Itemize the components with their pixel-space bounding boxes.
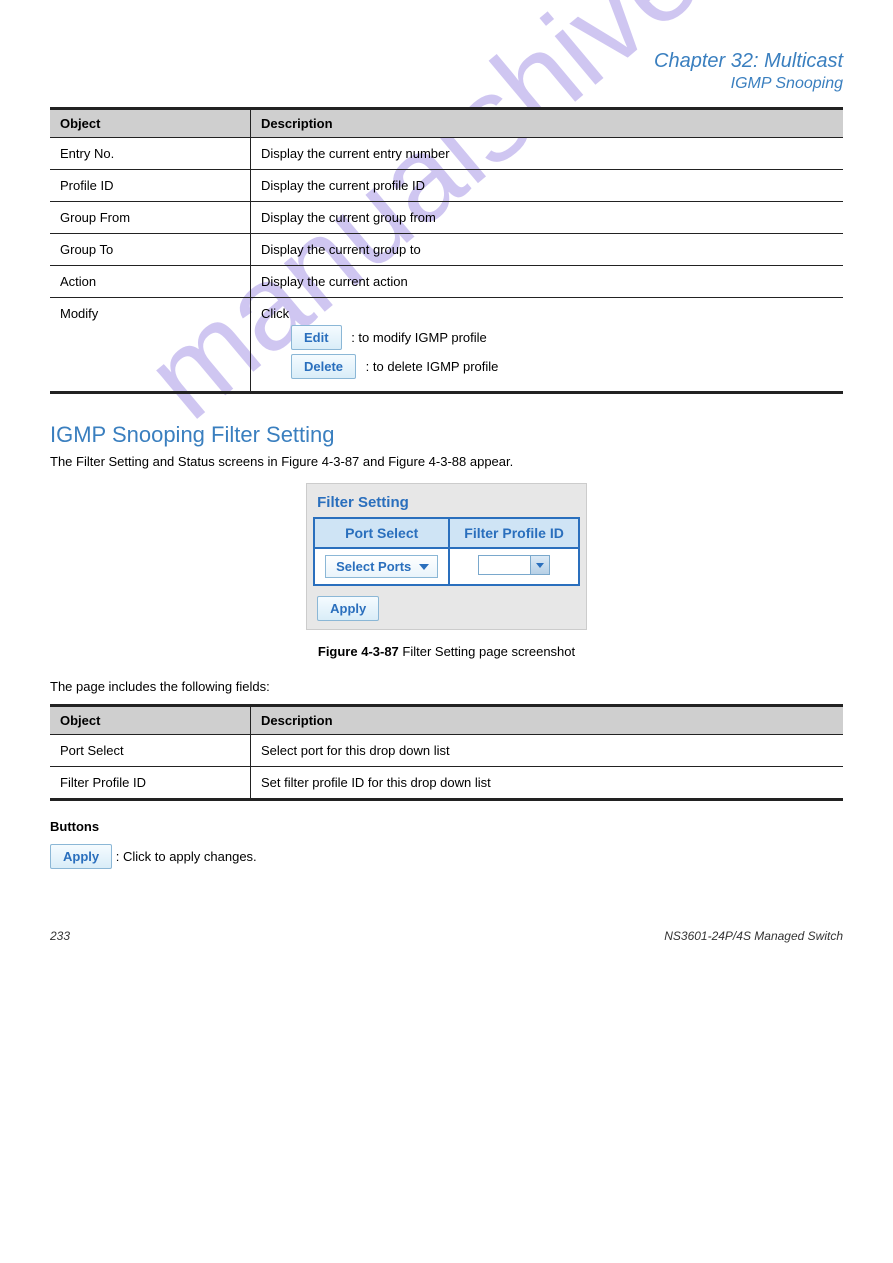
- section-intro: The Filter Setting and Status screens in…: [50, 454, 843, 469]
- filter-fields-table: Object Description Port Select Select po…: [50, 704, 843, 801]
- page-header: Chapter 32: Multicast IGMP Snooping: [50, 50, 843, 93]
- cell-desc: Display the current group from: [251, 202, 844, 234]
- chapter-number: Chapter 32: Multicast: [654, 50, 843, 72]
- chevron-down-icon: [530, 556, 549, 574]
- table-row: Group From Display the current group fro…: [50, 202, 843, 234]
- page-number: 233: [50, 929, 70, 943]
- chapter-title: Multicast: [764, 50, 843, 72]
- cell-modify: Click Edit : to modify IGMP profile Dele…: [251, 298, 844, 393]
- filter-setting-panel: Filter Setting Port Select Filter Profil…: [306, 483, 587, 630]
- table-row: Profile ID Display the current profile I…: [50, 170, 843, 202]
- section-heading: IGMP Snooping Filter Setting: [50, 422, 843, 448]
- figure-ref-2: Figure 4-3-88: [388, 454, 466, 469]
- page-footer: 233 NS3601-24P/4S Managed Switch: [50, 929, 843, 943]
- cell-desc: Select port for this drop down list: [251, 735, 844, 767]
- apply-button[interactable]: Apply: [50, 844, 112, 869]
- cell-object: Modify: [50, 298, 251, 393]
- delete-explain: : to delete IGMP profile: [366, 359, 499, 374]
- figure-caption: Figure 4-3-87 Filter Setting page screen…: [50, 644, 843, 659]
- figure-ref-1: Figure 4-3-87: [281, 454, 359, 469]
- table-row-modify: Modify Click Edit : to modify IGMP profi…: [50, 298, 843, 393]
- cell-desc: Set filter profile ID for this drop down…: [251, 767, 844, 800]
- cell-object: Profile ID: [50, 170, 251, 202]
- col-header-description: Description: [251, 109, 844, 138]
- fields-lead-text: The page includes the following fields:: [50, 679, 843, 694]
- filter-profile-dropdown[interactable]: [478, 555, 550, 575]
- figure-number: Figure 4-3-87: [318, 644, 399, 659]
- cell-object: Filter Profile ID: [50, 767, 251, 800]
- cell-object: Group From: [50, 202, 251, 234]
- figure-caption-text: Filter Setting page screenshot: [399, 644, 575, 659]
- apply-desc: : Click to apply changes.: [116, 849, 257, 864]
- intro-text-1: The Filter Setting and Status screens in: [50, 454, 281, 469]
- cell-desc: Display the current entry number: [251, 138, 844, 170]
- cell-object: Group To: [50, 234, 251, 266]
- delete-button[interactable]: Delete: [291, 354, 356, 379]
- filter-panel-title: Filter Setting: [313, 492, 580, 517]
- col-header-object: Object: [50, 706, 251, 735]
- chevron-down-icon: [419, 564, 429, 570]
- cell-desc: Display the current action: [251, 266, 844, 298]
- cell-desc: Display the current profile ID: [251, 170, 844, 202]
- col-header-object: Object: [50, 109, 251, 138]
- chapter-subtitle: IGMP Snooping: [50, 75, 843, 93]
- cell-object: Entry No.: [50, 138, 251, 170]
- apply-button[interactable]: Apply: [317, 596, 379, 621]
- intro-text-3: appear.: [466, 454, 513, 469]
- table-row: Entry No. Display the current entry numb…: [50, 138, 843, 170]
- select-ports-dropdown[interactable]: Select Ports: [325, 555, 438, 578]
- table-row: Action Display the current action: [50, 266, 843, 298]
- cell-object: Action: [50, 266, 251, 298]
- col-header-description: Description: [251, 706, 844, 735]
- table-row: Port Select Select port for this drop do…: [50, 735, 843, 767]
- col-filter-profile: Filter Profile ID: [449, 518, 579, 548]
- col-port-select: Port Select: [314, 518, 449, 548]
- profile-description-table: Object Description Entry No. Display the…: [50, 107, 843, 394]
- table-row: Filter Profile ID Set filter profile ID …: [50, 767, 843, 800]
- intro-text-2: and: [359, 454, 388, 469]
- edit-explain: : to modify IGMP profile: [351, 330, 487, 345]
- chapter-number-value: 32: [731, 50, 753, 72]
- product-model: NS3601-24P/4S Managed Switch: [664, 929, 843, 943]
- cell-object: Port Select: [50, 735, 251, 767]
- select-ports-label: Select Ports: [336, 559, 411, 574]
- cell-desc: Display the current group to: [251, 234, 844, 266]
- table-row: Group To Display the current group to: [50, 234, 843, 266]
- edit-button[interactable]: Edit: [291, 325, 342, 350]
- filter-inner-table: Port Select Filter Profile ID Select Por…: [313, 517, 580, 586]
- buttons-heading: Buttons: [50, 819, 843, 834]
